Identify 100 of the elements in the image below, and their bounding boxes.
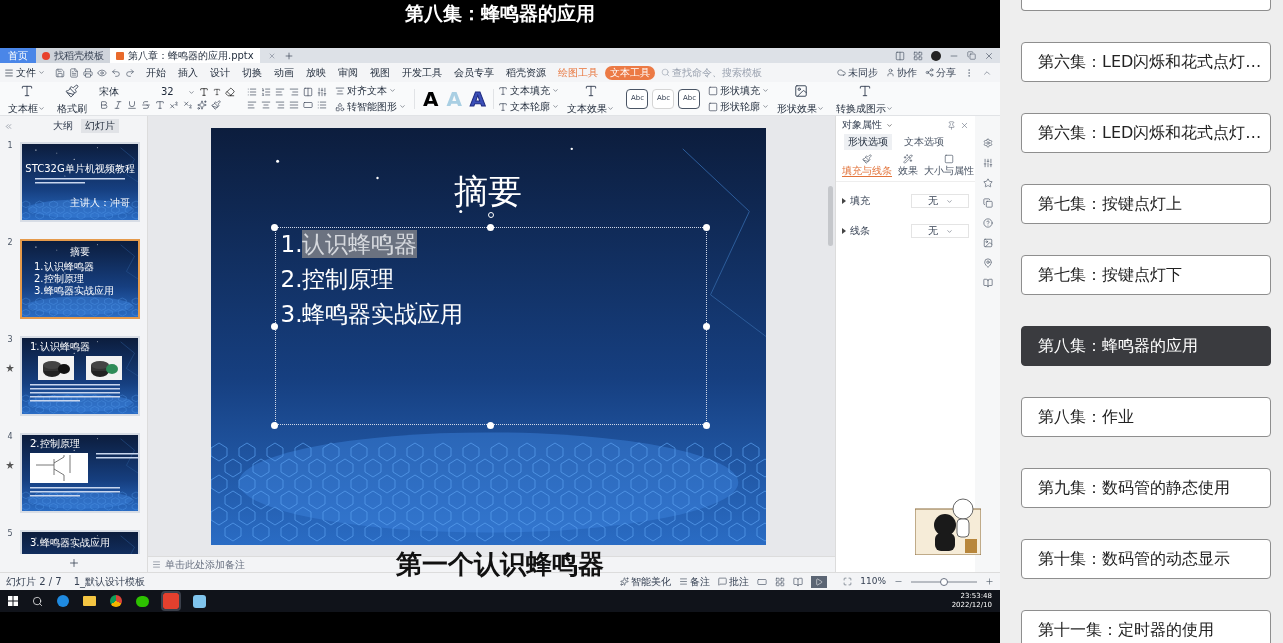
save-icon[interactable] <box>55 67 65 78</box>
font-size-field[interactable]: 32 <box>161 87 195 97</box>
start-icon[interactable] <box>8 596 18 606</box>
justify-icon[interactable] <box>289 100 299 110</box>
notes-field[interactable]: 单击此处添加备注 <box>165 559 245 570</box>
chat-icon[interactable] <box>136 595 149 607</box>
sorter-view-icon[interactable] <box>775 576 786 587</box>
print-icon[interactable] <box>83 67 93 78</box>
status-action[interactable]: 备注 <box>679 576 711 587</box>
highlight-icon[interactable] <box>211 100 221 110</box>
document-tab[interactable]: 找稻壳模板 <box>36 48 110 63</box>
property-dropdown[interactable]: 无 <box>911 224 969 238</box>
toolbar-action[interactable]: 协作 <box>886 67 917 78</box>
panel-tab[interactable]: 幻灯片 <box>81 119 119 133</box>
settings-icon[interactable] <box>982 138 993 148</box>
ribbon-tab[interactable]: 动画 <box>269 65 299 80</box>
redo-icon[interactable] <box>125 67 135 78</box>
zoom-in-icon[interactable] <box>985 577 994 586</box>
folder-icon[interactable] <box>83 596 96 606</box>
status-action[interactable]: 批注 <box>718 576 750 587</box>
resize-handle[interactable] <box>271 322 278 330</box>
ribbon-tab[interactable]: 设计 <box>205 65 235 80</box>
file-menu[interactable]: 文件 <box>4 67 49 78</box>
normal-view-icon[interactable] <box>757 576 768 587</box>
property-label[interactable]: 填充 <box>842 196 870 206</box>
playlist-item[interactable]: 第六集：LED闪烁和花式点灯… <box>1021 113 1271 153</box>
browser-icon[interactable] <box>110 595 122 607</box>
resize-handle[interactable] <box>487 421 494 429</box>
paragraph-icon[interactable] <box>317 100 327 110</box>
ribbon-tab[interactable]: 审阅 <box>333 65 363 80</box>
playlist-item[interactable]: 第八集：蜂鸣器的应用 <box>1021 326 1271 366</box>
playlist-item[interactable]: 第九集：数码管的静态使用 <box>1021 468 1271 508</box>
resize-handle[interactable] <box>271 223 278 231</box>
location-icon[interactable] <box>982 258 993 268</box>
text-fill-button[interactable]: 文本填充 <box>498 84 560 97</box>
slider-thumb[interactable] <box>940 577 948 586</box>
resize-handle[interactable] <box>271 421 278 429</box>
properties-icon[interactable] <box>982 158 993 168</box>
panel-title[interactable]: 对象属性 <box>842 120 882 130</box>
playlist-item[interactable]: 第七集：按键点灯下 <box>1021 255 1271 295</box>
panel-tab[interactable]: 大纲 <box>49 119 77 133</box>
restore-icon[interactable] <box>967 51 976 60</box>
zoom-slider[interactable] <box>911 580 977 583</box>
zoom-level[interactable]: 110% <box>860 577 886 586</box>
bullets-icon[interactable] <box>247 87 257 97</box>
distribute-icon[interactable] <box>303 100 313 110</box>
document-tab[interactable]: 首页 <box>0 48 36 63</box>
panel-tab[interactable]: 文本选项 <box>900 134 948 150</box>
preview-icon[interactable] <box>97 67 107 78</box>
resize-handle[interactable] <box>703 223 710 231</box>
collapse-icon[interactable] <box>4 121 13 131</box>
text-style-sample[interactable]: A <box>423 88 439 109</box>
app-icon[interactable] <box>193 594 206 608</box>
ribbon-tab[interactable]: 稻壳资源 <box>501 65 551 80</box>
bold-icon[interactable] <box>99 100 109 110</box>
grow-font-icon[interactable] <box>199 87 209 97</box>
italic-icon[interactable] <box>113 100 123 110</box>
outdent-icon[interactable] <box>275 87 285 97</box>
panel-subtab[interactable]: 效果 <box>898 154 918 177</box>
text-box-selection[interactable]: 1.认识蜂鸣器 2.控制原理 3.蜂鸣器实战应用 <box>274 227 707 425</box>
panel-tab[interactable]: 形状选项 <box>844 134 892 150</box>
font-color-icon[interactable] <box>155 100 165 110</box>
playlist-item[interactable]: 第六集：LED闪烁和花式点灯… <box>1021 42 1271 82</box>
playlist-item[interactable]: 第十集：数码管的动态显示 <box>1021 539 1271 579</box>
shape-effect-button[interactable]: 形状效果 <box>773 83 829 114</box>
slide-thumbnail[interactable]: 3.蜂鸣器实战应用 <box>20 530 140 554</box>
smart-art-button[interactable]: 转智能图形 <box>335 100 406 113</box>
close-icon[interactable] <box>984 50 994 61</box>
toolbar-action[interactable]: 未同步 <box>837 67 878 78</box>
pin-icon[interactable] <box>947 120 956 130</box>
panel-subtab[interactable]: 大小与属性 <box>924 154 974 177</box>
ribbon-tab[interactable]: 插入 <box>173 65 203 80</box>
playlist-item[interactable]: 第十一集：定时器的使用 <box>1021 610 1271 643</box>
font-field[interactable]: 宋体 <box>99 87 157 97</box>
ribbon-tab[interactable]: 视图 <box>365 65 395 80</box>
ribbon-tab[interactable]: 切换 <box>237 65 267 80</box>
resize-handle[interactable] <box>703 322 710 330</box>
fit-icon[interactable] <box>843 577 853 586</box>
animation-icon[interactable] <box>982 178 993 188</box>
ribbon-tab[interactable]: 开始 <box>141 65 171 80</box>
slide-thumbnail[interactable]: 摘要 1.认识蜂鸣器 2.控制原理 3.蜂鸣器实战应用 <box>20 239 140 319</box>
new-tab-icon[interactable] <box>283 50 294 61</box>
shape-fill-button[interactable]: 形状填充 <box>708 84 770 97</box>
resize-handle[interactable] <box>703 421 710 429</box>
align-text-button[interactable]: 对齐文本 <box>335 84 406 97</box>
shrink-font-icon[interactable] <box>213 88 221 96</box>
line-spacing-icon[interactable] <box>317 87 327 97</box>
play-button[interactable] <box>811 575 828 588</box>
shape-outline-button[interactable]: 形状轮廓 <box>708 100 770 113</box>
help-icon[interactable] <box>982 218 993 228</box>
numbering-icon[interactable] <box>261 87 271 97</box>
resize-handle[interactable] <box>487 223 494 231</box>
ribbon-tab[interactable]: 会员专享 <box>449 65 499 80</box>
slide-thumbnail[interactable]: 2.控制原理 <box>20 433 140 513</box>
export-icon[interactable] <box>69 67 79 78</box>
browser-icon[interactable] <box>57 595 69 607</box>
align-center-icon[interactable] <box>261 100 271 110</box>
image-icon[interactable] <box>982 238 993 248</box>
align-right-icon[interactable] <box>275 100 285 110</box>
text-effect-button[interactable]: 文本效果 <box>563 83 619 114</box>
